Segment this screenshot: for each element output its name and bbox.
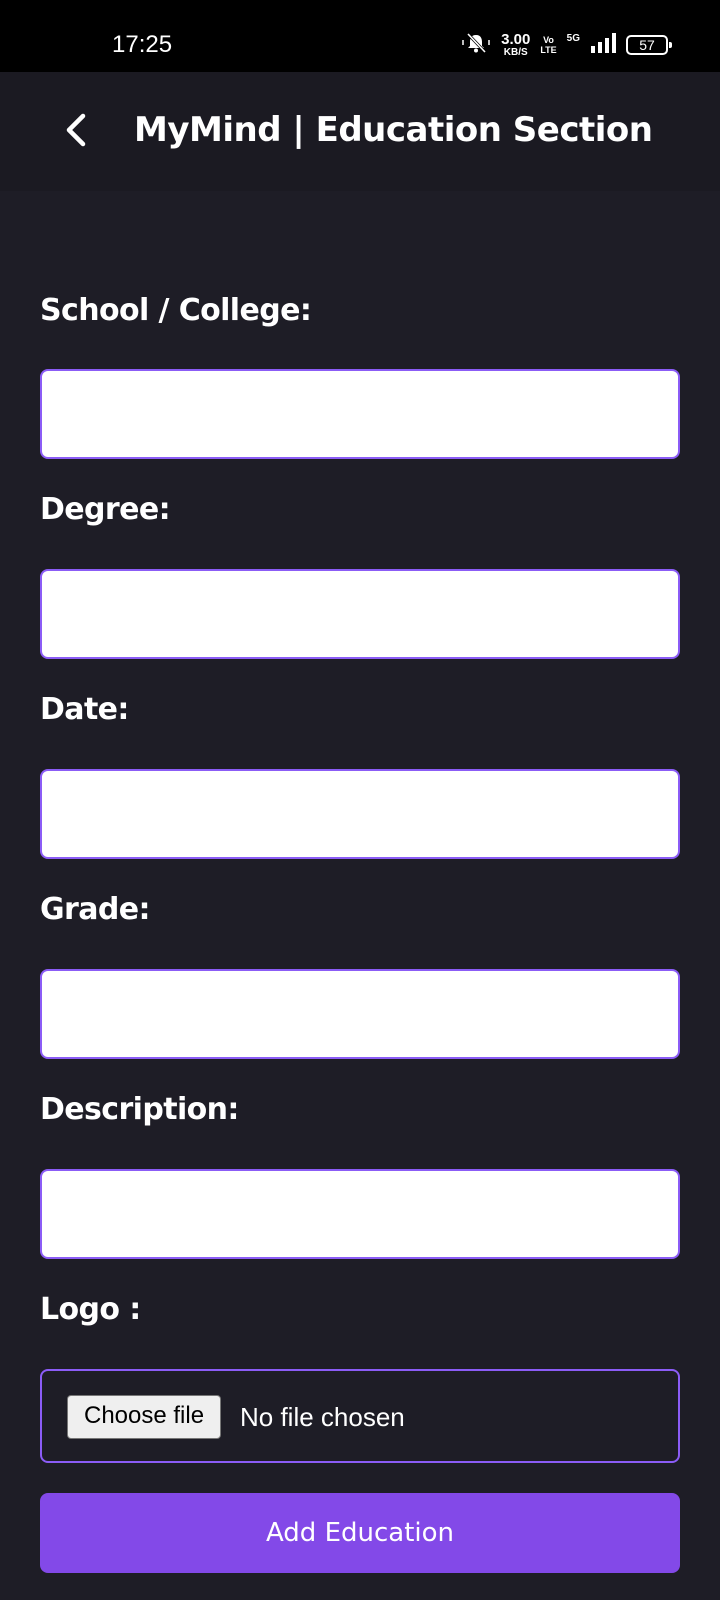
signal-icon (590, 32, 616, 58)
battery-icon: 57 (626, 35, 672, 55)
date-label: Date: (40, 692, 129, 727)
chevron-left-icon (64, 112, 88, 152)
net-speed: 3.00 KB/S (501, 30, 531, 58)
logo-label: Logo : (40, 1292, 141, 1327)
degree-input[interactable] (40, 569, 680, 659)
network-type: 5G (566, 32, 580, 44)
school-input[interactable] (40, 369, 680, 459)
back-button[interactable] (56, 104, 96, 160)
description-input[interactable] (40, 1169, 680, 1259)
grade-label: Grade: (40, 892, 150, 927)
net-speed-unit: KB/S (503, 46, 528, 58)
status-bar: 17:25 3.00 KB/S Vo LTE 5G 57 (0, 0, 720, 72)
add-education-button[interactable]: Add Education (40, 1493, 680, 1573)
status-icons: 3.00 KB/S Vo LTE 5G 57 (461, 30, 672, 60)
date-input[interactable] (40, 769, 680, 859)
choose-file-button[interactable]: Choose file (67, 1395, 222, 1439)
page-title: MyMind | Education Section (134, 110, 653, 150)
status-time: 17:25 (112, 31, 173, 58)
app-header: MyMind | Education Section (0, 72, 720, 191)
logo-file-input: Choose file No file chosen (40, 1369, 680, 1463)
degree-label: Degree: (40, 492, 171, 527)
volte-bottom: LTE (540, 45, 557, 55)
grade-input[interactable] (40, 969, 680, 1059)
description-label: Description: (40, 1092, 239, 1127)
school-label: School / College: (40, 293, 312, 328)
volte-indicator: Vo LTE (540, 35, 556, 55)
bell-muted-icon (461, 32, 491, 58)
file-status: No file chosen (240, 1402, 405, 1432)
volte-top: Vo (543, 35, 554, 45)
net-speed-value: 3.00 (501, 30, 531, 48)
